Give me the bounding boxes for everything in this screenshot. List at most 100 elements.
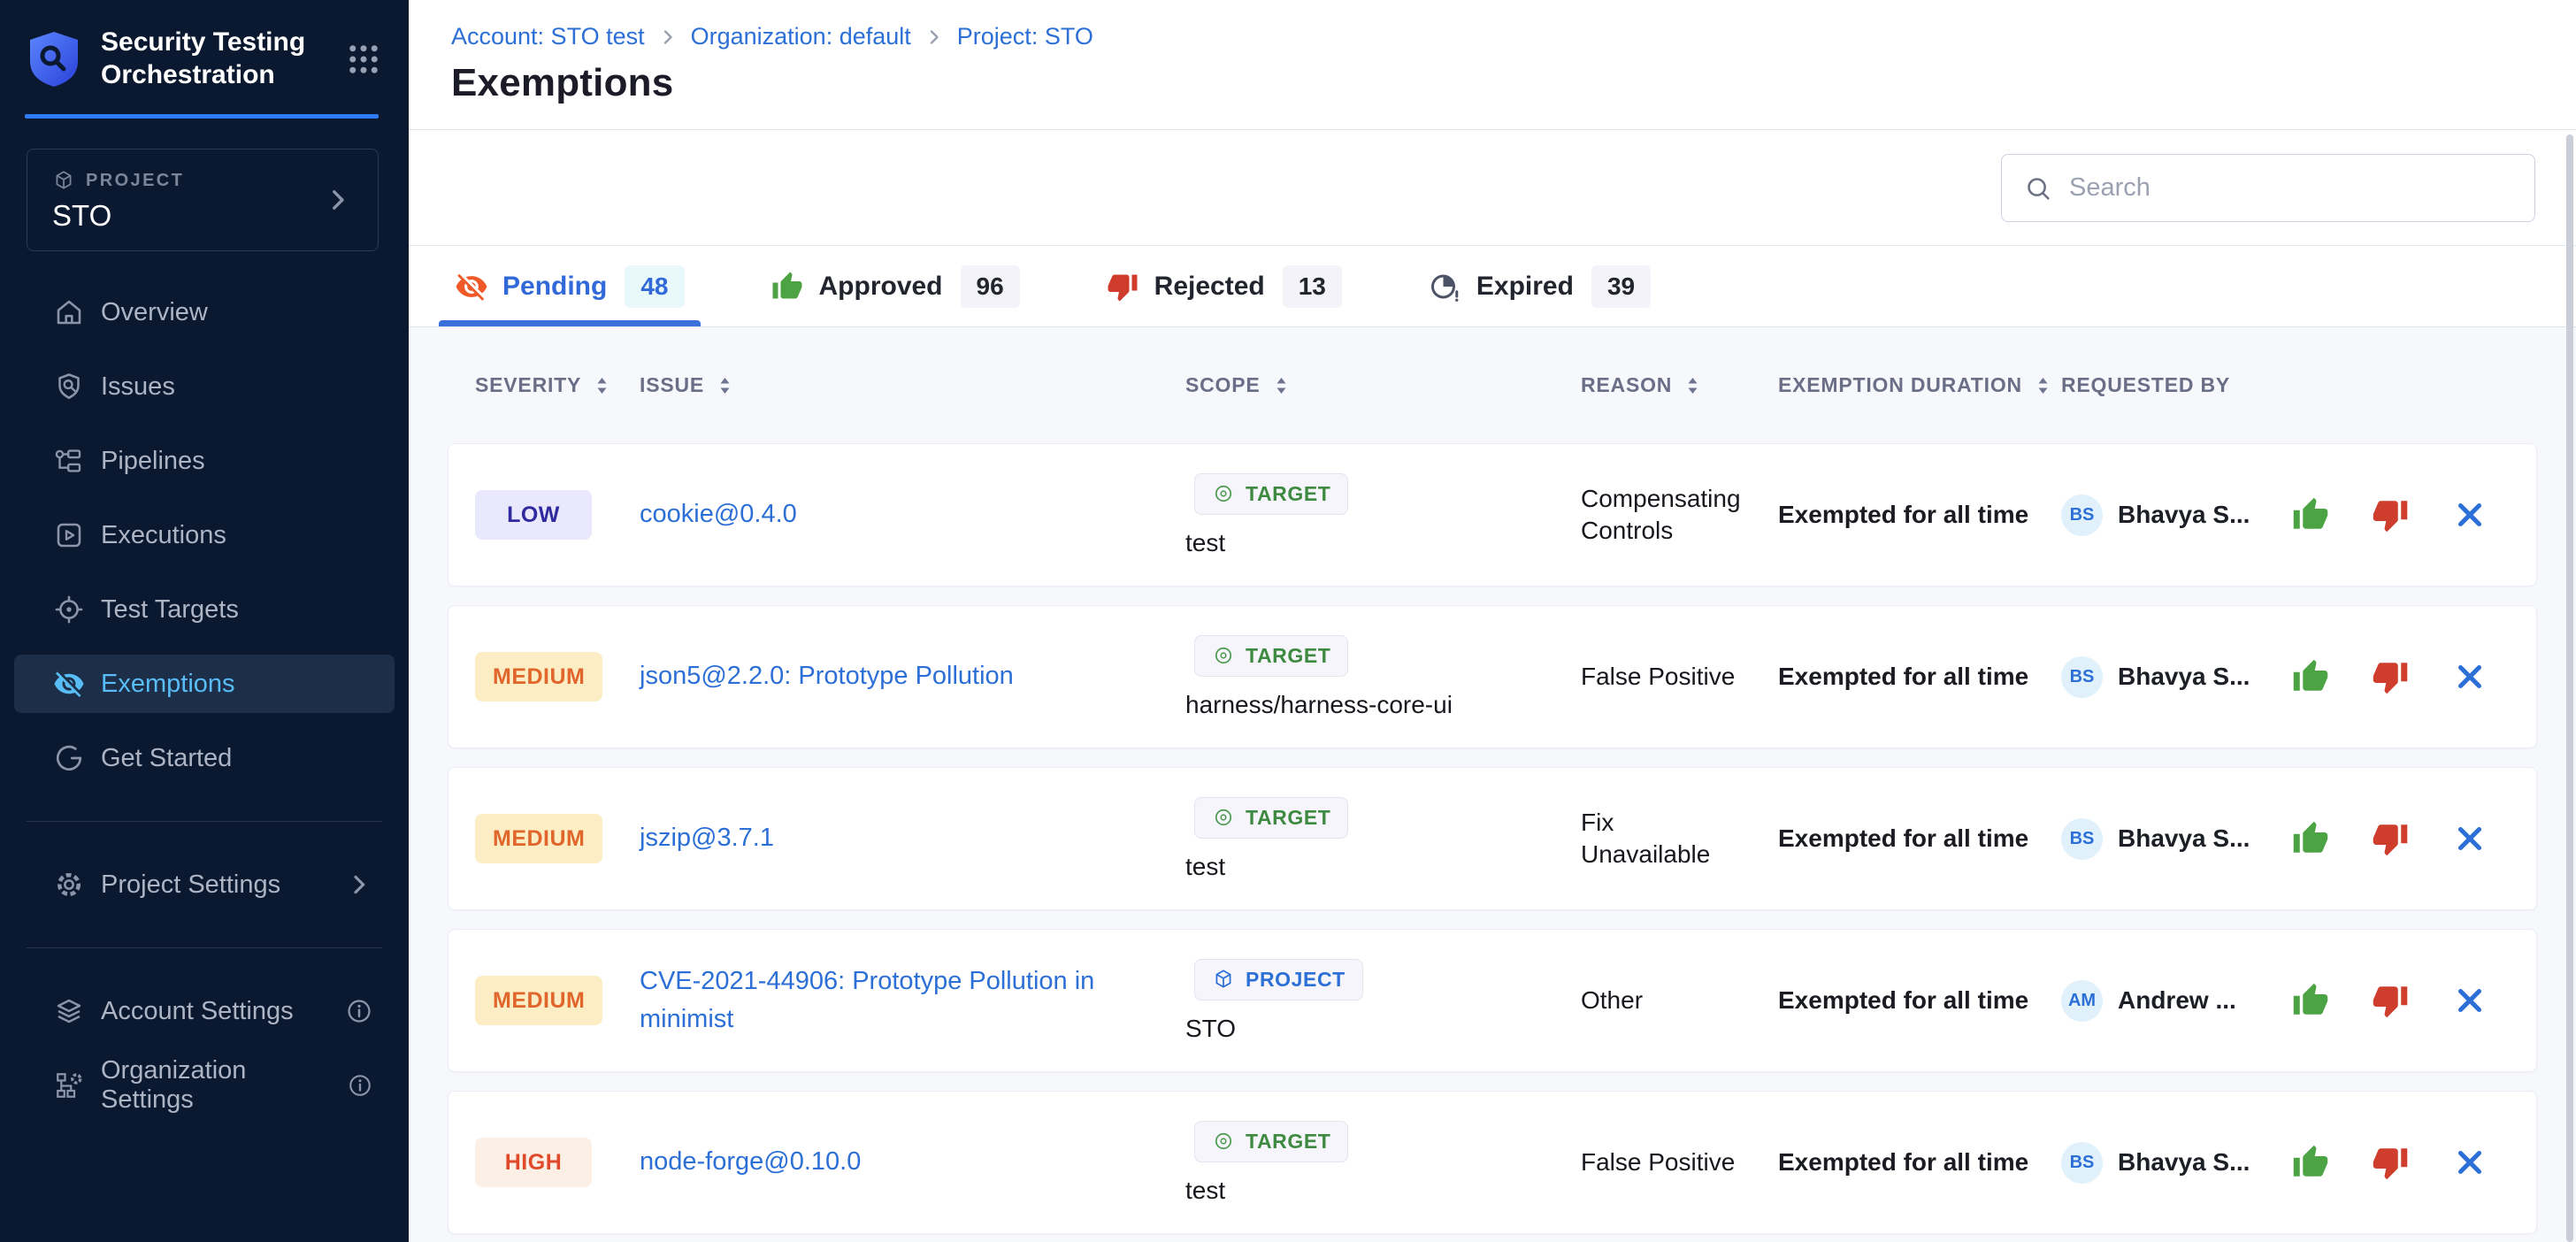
reject-button[interactable] — [2371, 657, 2410, 696]
dismiss-button[interactable] — [2450, 1143, 2489, 1182]
sidebar-item-executions[interactable]: Executions — [14, 506, 395, 564]
sidebar-item-label: Get Started — [101, 744, 232, 773]
app-title: Security Testing Orchestration — [101, 27, 315, 91]
thumb-down-icon — [2372, 496, 2409, 533]
sort-icon[interactable] — [718, 374, 732, 397]
sidebar-item-account-settings[interactable]: Account Settings — [14, 982, 395, 1040]
severity-badge: MEDIUM — [475, 814, 602, 863]
dismiss-button[interactable] — [2450, 981, 2489, 1020]
scope-badge: TARGET — [1194, 797, 1348, 839]
close-icon — [2454, 985, 2486, 1016]
scope-badge: PROJECT — [1194, 959, 1363, 1000]
sidebar-header: Security Testing Orchestration — [0, 0, 409, 114]
reason-text: False Positive — [1581, 1146, 1778, 1178]
scope-name: test — [1185, 853, 1581, 881]
sidebar-item-project-settings[interactable]: Project Settings — [14, 855, 395, 914]
close-icon — [2454, 661, 2486, 693]
tab-pending[interactable]: Pending 48 — [449, 246, 690, 326]
sto-logo-icon — [27, 30, 81, 88]
chevron-right-icon — [924, 27, 945, 48]
scope-badge: TARGET — [1194, 473, 1348, 515]
issue-link[interactable]: CVE-2021-44906: Prototype Pollution in m… — [640, 962, 1148, 1039]
tab-expired[interactable]: Expired 39 — [1423, 246, 1656, 326]
search-input[interactable] — [2069, 173, 2513, 203]
reject-button[interactable] — [2371, 495, 2410, 534]
reason-text: Compensating Controls — [1581, 483, 1778, 548]
exemption-duration-text: Exempted for all time — [1778, 501, 2061, 529]
sidebar-item-issues[interactable]: Issues — [14, 357, 395, 416]
row-actions — [2282, 1143, 2536, 1182]
column-header-issue[interactable]: ISSUE — [640, 373, 1185, 397]
thumb-up-icon — [2292, 658, 2329, 695]
scope-cell: TARGET test — [1185, 473, 1581, 557]
target-scope-icon — [1212, 1130, 1235, 1153]
breadcrumb-organization-link[interactable]: Organization: default — [691, 23, 911, 50]
column-header-scope[interactable]: SCOPE — [1185, 373, 1581, 397]
column-header-exemption-duration[interactable]: EXEMPTION DURATION — [1778, 373, 2061, 397]
table-row[interactable]: HIGH node-forge@0.10.0 TARGET test False… — [448, 1091, 2537, 1234]
severity-badge: MEDIUM — [475, 652, 602, 702]
tab-rejected[interactable]: Rejected 13 — [1101, 246, 1347, 326]
dismiss-button[interactable] — [2450, 495, 2489, 534]
sidebar-item-overview[interactable]: Overview — [14, 283, 395, 341]
info-icon[interactable] — [347, 1071, 373, 1100]
sort-icon[interactable] — [1275, 374, 1288, 397]
breadcrumb-project-link[interactable]: Project: STO — [957, 23, 1093, 50]
table-row[interactable]: MEDIUM jszip@3.7.1 TARGET test Fix Unava… — [448, 767, 2537, 910]
dismiss-button[interactable] — [2450, 657, 2489, 696]
sidebar-item-get-started[interactable]: Get Started — [14, 729, 395, 787]
table-header-row: SEVERITY ISSUE SCOPE REASON EXEMPTION DU… — [448, 327, 2537, 443]
breadcrumb: Account: STO test Organization: default … — [451, 23, 2576, 50]
scrollbar[interactable] — [2566, 134, 2573, 1242]
requested-by-cell: BS Bhavya S... — [2061, 818, 2282, 860]
search-icon — [2023, 173, 2053, 203]
sidebar-item-exemptions[interactable]: Exemptions — [14, 655, 395, 713]
sort-icon[interactable] — [1686, 374, 1699, 397]
severity-badge: MEDIUM — [475, 976, 602, 1025]
info-icon[interactable] — [345, 997, 373, 1025]
reject-button[interactable] — [2371, 819, 2410, 858]
thumb-up-icon — [2292, 820, 2329, 857]
target-icon — [53, 594, 85, 625]
sidebar-item-label: Issues — [101, 372, 175, 402]
sidebar-item-organization-settings[interactable]: Organization Settings — [14, 1056, 395, 1115]
reject-button[interactable] — [2371, 981, 2410, 1020]
table-row[interactable]: LOW cookie@0.4.0 TARGET test Compensatin… — [448, 443, 2537, 586]
column-header-severity[interactable]: SEVERITY — [475, 373, 640, 397]
table-row[interactable]: MEDIUM json5@2.2.0: Prototype Pollution … — [448, 605, 2537, 748]
cube-icon — [52, 169, 75, 192]
sort-icon[interactable] — [595, 374, 609, 397]
scope-cell: TARGET test — [1185, 1121, 1581, 1205]
tab-label: Approved — [819, 272, 943, 302]
requested-by-cell: AM Andrew ... — [2061, 980, 2282, 1022]
issue-link[interactable]: node-forge@0.10.0 — [640, 1143, 1148, 1182]
approve-button[interactable] — [2291, 657, 2330, 696]
scope-name: test — [1185, 1177, 1581, 1205]
tab-label: Pending — [502, 272, 607, 302]
column-header-reason[interactable]: REASON — [1581, 373, 1778, 397]
sidebar-item-label: Pipelines — [101, 447, 205, 476]
reject-button[interactable] — [2371, 1143, 2410, 1182]
exemption-duration-text: Exempted for all time — [1778, 986, 2061, 1015]
requested-by-cell: BS Bhavya S... — [2061, 656, 2282, 698]
issue-link[interactable]: jszip@3.7.1 — [640, 819, 1148, 858]
sort-icon[interactable] — [2036, 374, 2050, 397]
sidebar-item-pipelines[interactable]: Pipelines — [14, 432, 395, 490]
app-launcher-grid-icon[interactable] — [345, 41, 382, 78]
sidebar-item-label: Overview — [101, 298, 208, 327]
approve-button[interactable] — [2291, 981, 2330, 1020]
history-clock-icon — [1429, 270, 1462, 303]
breadcrumb-account-link[interactable]: Account: STO test — [451, 23, 645, 50]
approve-button[interactable] — [2291, 819, 2330, 858]
approve-button[interactable] — [2291, 495, 2330, 534]
approve-button[interactable] — [2291, 1143, 2330, 1182]
issue-link[interactable]: cookie@0.4.0 — [640, 495, 1148, 534]
thumb-up-icon — [2292, 1144, 2329, 1181]
dismiss-button[interactable] — [2450, 819, 2489, 858]
tab-approved[interactable]: Approved 96 — [766, 246, 1025, 326]
issue-link[interactable]: json5@2.2.0: Prototype Pollution — [640, 657, 1148, 696]
target-scope-icon — [1212, 644, 1235, 667]
project-selector[interactable]: PROJECT STO — [27, 149, 379, 251]
sidebar-item-test-targets[interactable]: Test Targets — [14, 580, 395, 639]
table-row[interactable]: MEDIUM CVE-2021-44906: Prototype Polluti… — [448, 929, 2537, 1072]
